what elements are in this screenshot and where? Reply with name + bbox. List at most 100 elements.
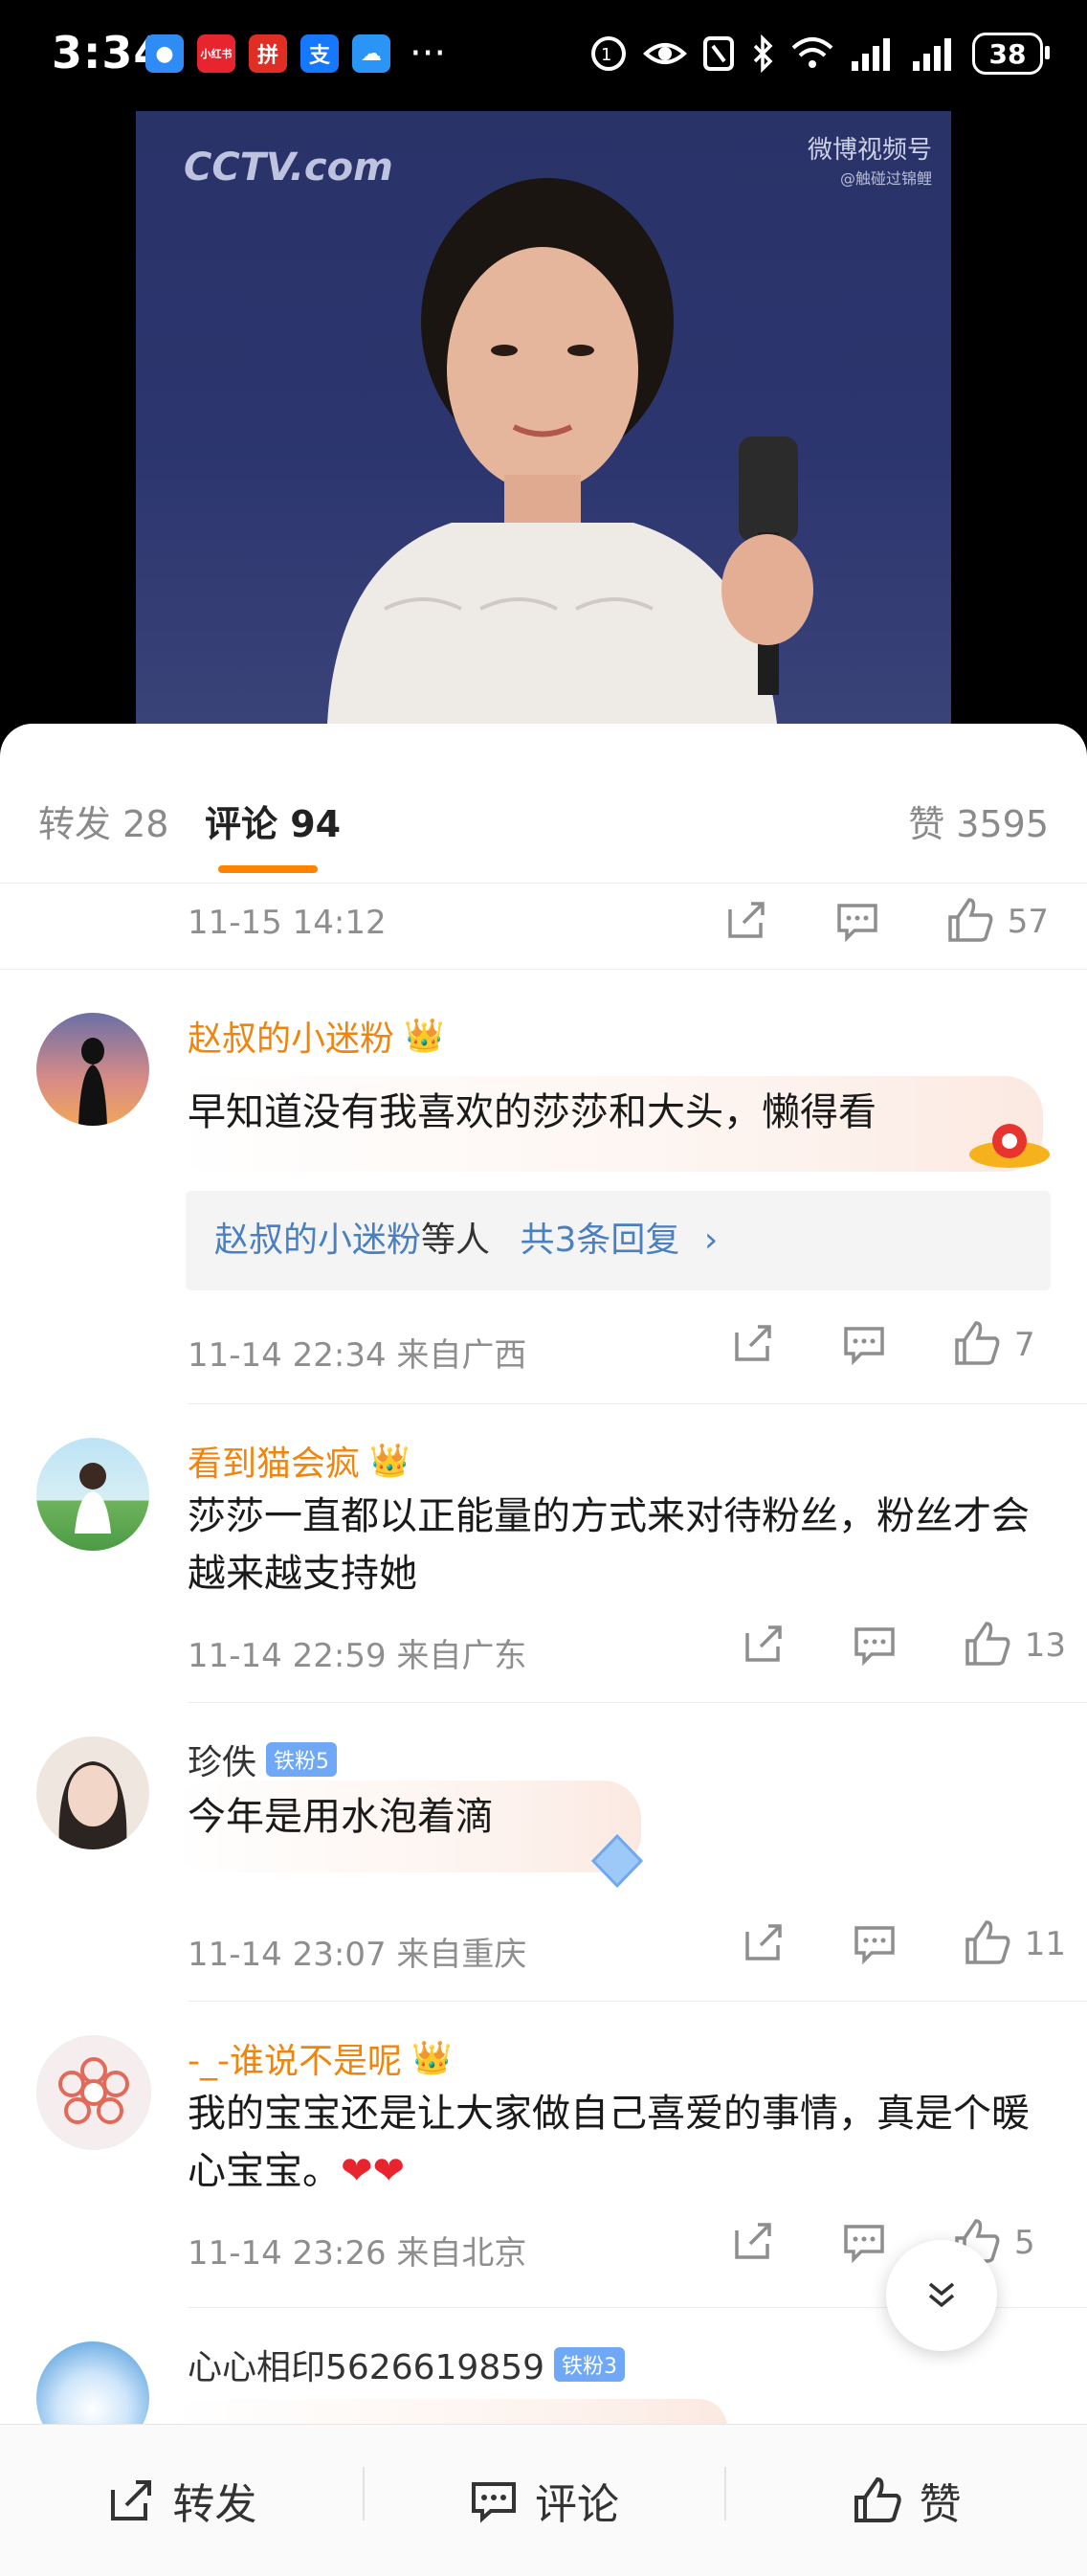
tab-likes[interactable]: 赞 3595 bbox=[908, 795, 1049, 847]
platform-handle: @触碰过锦鲤 bbox=[839, 169, 932, 188]
active-tab-indicator bbox=[218, 865, 318, 873]
chevron-right-icon: › bbox=[703, 1221, 719, 1260]
repost-label: 转发 bbox=[172, 2480, 257, 2529]
alipay-icon: 支 bbox=[300, 34, 339, 73]
platform-watermark: 微博视频号 bbox=[807, 136, 932, 165]
cloud-app-icon: ☁ bbox=[352, 34, 390, 73]
bluetooth-icon bbox=[753, 34, 773, 73]
xiaohongshu-icon: 小红书 bbox=[197, 34, 235, 73]
username-text: 珍佚 bbox=[188, 1743, 257, 1782]
reply-summary[interactable]: 赵叔的小迷粉等人 共3条回复 › bbox=[186, 1191, 1051, 1290]
divider bbox=[188, 1403, 1087, 1404]
comment-username[interactable]: -_-谁说不是呢 👑 bbox=[188, 2033, 452, 2083]
video-player[interactable]: CCTV.com 微博视频号 @触碰过锦鲤 bbox=[136, 111, 951, 724]
reply-icon[interactable] bbox=[840, 1319, 888, 1371]
comment-actions: 5 bbox=[729, 2217, 1049, 2269]
divider bbox=[0, 969, 1087, 970]
comment-username[interactable]: 看到猫会疯 👑 bbox=[188, 1436, 410, 1486]
comment-actions: 57 bbox=[722, 896, 1049, 948]
comment-text: 早知道没有我喜欢的莎莎和大头，懒得看 bbox=[188, 1090, 876, 1134]
share-icon[interactable] bbox=[722, 896, 770, 948]
reply-middle-text: 等人 bbox=[421, 1221, 491, 1260]
repost-icon bbox=[111, 2480, 152, 2520]
reply-user[interactable]: 赵叔的小迷粉 bbox=[214, 1221, 421, 1260]
cctv-watermark: CCTV.com bbox=[184, 146, 393, 190]
comment-label: 评论 bbox=[535, 2480, 619, 2529]
comment-meta: 11-14 22:59 来自广东 bbox=[188, 1637, 527, 1675]
chat-app-icon: ● bbox=[145, 34, 184, 73]
scroll-down-button[interactable] bbox=[886, 2240, 997, 2351]
divider bbox=[188, 1702, 1087, 1703]
tab-repost[interactable]: 转发 28 bbox=[38, 795, 168, 847]
avatar[interactable] bbox=[36, 2035, 151, 2150]
share-icon[interactable] bbox=[729, 1319, 777, 1371]
reply-icon[interactable] bbox=[840, 2217, 888, 2269]
notification-icons: ● 小红书 拼 支 ☁ ··· bbox=[145, 34, 446, 73]
comment-username[interactable]: 心心相印5626619859 铁粉3 bbox=[188, 2340, 626, 2389]
fan-badge: 铁粉5 bbox=[266, 1742, 338, 1777]
like-icon[interactable] bbox=[962, 1620, 1013, 1671]
avatar[interactable] bbox=[36, 1438, 149, 1551]
share-icon[interactable] bbox=[729, 2217, 777, 2269]
share-icon[interactable] bbox=[740, 1620, 788, 1671]
like-count: 5 bbox=[1014, 2224, 1035, 2262]
username-text: -_-谁说不是呢 bbox=[188, 2042, 402, 2081]
avatar[interactable] bbox=[36, 1013, 149, 1126]
pinduoduo-icon: 拼 bbox=[249, 34, 287, 73]
svg-text:1: 1 bbox=[601, 45, 611, 65]
eye-icon bbox=[643, 43, 687, 64]
nfc-icon bbox=[703, 36, 734, 71]
comment-button[interactable]: 评论 bbox=[362, 2425, 725, 2576]
comment-meta: 11-15 14:12 bbox=[188, 904, 387, 942]
repost-button[interactable]: 转发 bbox=[0, 2425, 363, 2576]
hd-icon: 1 bbox=[591, 36, 626, 71]
more-notifications-icon: ··· bbox=[410, 32, 447, 76]
status-bar: 3:34 ● 小红书 拼 支 ☁ ··· 1 38 bbox=[0, 0, 1087, 111]
crown-badge-icon: 👑 bbox=[404, 1017, 445, 1055]
divider bbox=[188, 2001, 1087, 2002]
thumbs-up-icon bbox=[854, 2476, 901, 2522]
like-button[interactable]: 赞 bbox=[724, 2425, 1087, 2576]
reply-icon[interactable] bbox=[851, 1620, 898, 1671]
video-frame bbox=[327, 178, 813, 724]
like-icon[interactable] bbox=[944, 896, 996, 948]
ufo-sticker-icon bbox=[969, 1124, 1050, 1168]
comment-meta: 11-14 22:34 来自广西 bbox=[188, 1336, 527, 1375]
signal-1-icon bbox=[852, 38, 890, 71]
avatar[interactable] bbox=[36, 1736, 149, 1849]
crown-badge-icon: 👑 bbox=[369, 1442, 410, 1480]
comment-text: 莎莎一直都以正能量的方式来对待粉丝，粉丝才会越来越支持她 bbox=[188, 1494, 1030, 1596]
comment-username[interactable]: 珍佚 铁粉5 bbox=[188, 1735, 338, 1784]
bottom-action-bar: 转发 评论 赞 bbox=[0, 2424, 1087, 2576]
crown-badge-icon: 👑 bbox=[410, 2039, 453, 2077]
reply-icon[interactable] bbox=[851, 1918, 898, 1970]
like-count: 11 bbox=[1024, 1925, 1066, 1963]
battery-icon: 38 bbox=[972, 33, 1050, 75]
comment-meta: 11-14 23:26 来自北京 bbox=[188, 2234, 527, 2273]
reply-count[interactable]: 共3条回复 bbox=[520, 1221, 679, 1260]
system-icons: 1 38 bbox=[589, 33, 1050, 75]
like-count: 57 bbox=[1007, 903, 1049, 941]
username-text: 赵叔的小迷粉 bbox=[188, 1019, 395, 1059]
wifi-icon bbox=[791, 37, 833, 68]
like-count: 13 bbox=[1024, 1626, 1066, 1665]
like-count: 7 bbox=[1014, 1326, 1035, 1364]
double-chevron-down-icon bbox=[928, 2282, 955, 2308]
diamond-sticker-icon bbox=[590, 1833, 644, 1889]
comment-username[interactable]: 赵叔的小迷粉 👑 bbox=[188, 1011, 444, 1061]
tab-comments[interactable]: 评论 94 bbox=[205, 795, 341, 847]
username-text: 看到猫会疯 bbox=[188, 1445, 361, 1484]
weibo-watermark: 微博视频号 @触碰过锦鲤 bbox=[808, 130, 932, 189]
fan-badge: 铁粉3 bbox=[554, 2347, 626, 2382]
username-text: 心心相印5626619859 bbox=[188, 2348, 545, 2387]
share-icon[interactable] bbox=[740, 1918, 788, 1970]
like-icon[interactable] bbox=[962, 1918, 1013, 1970]
signal-2-icon bbox=[913, 38, 951, 71]
tab-bar: 转发 28 评论 94 赞 3595 bbox=[0, 724, 1087, 884]
comment-meta: 11-14 23:07 来自重庆 bbox=[188, 1936, 527, 1974]
reply-icon[interactable] bbox=[833, 896, 881, 948]
like-icon[interactable] bbox=[951, 1319, 1003, 1371]
comment-actions: 7 bbox=[729, 1319, 1049, 1371]
comment-text: 我的宝宝还是让大家做自己喜爱的事情，真是个暖心宝宝。❤❤ bbox=[188, 2092, 1030, 2193]
like-label: 赞 bbox=[919, 2480, 962, 2529]
